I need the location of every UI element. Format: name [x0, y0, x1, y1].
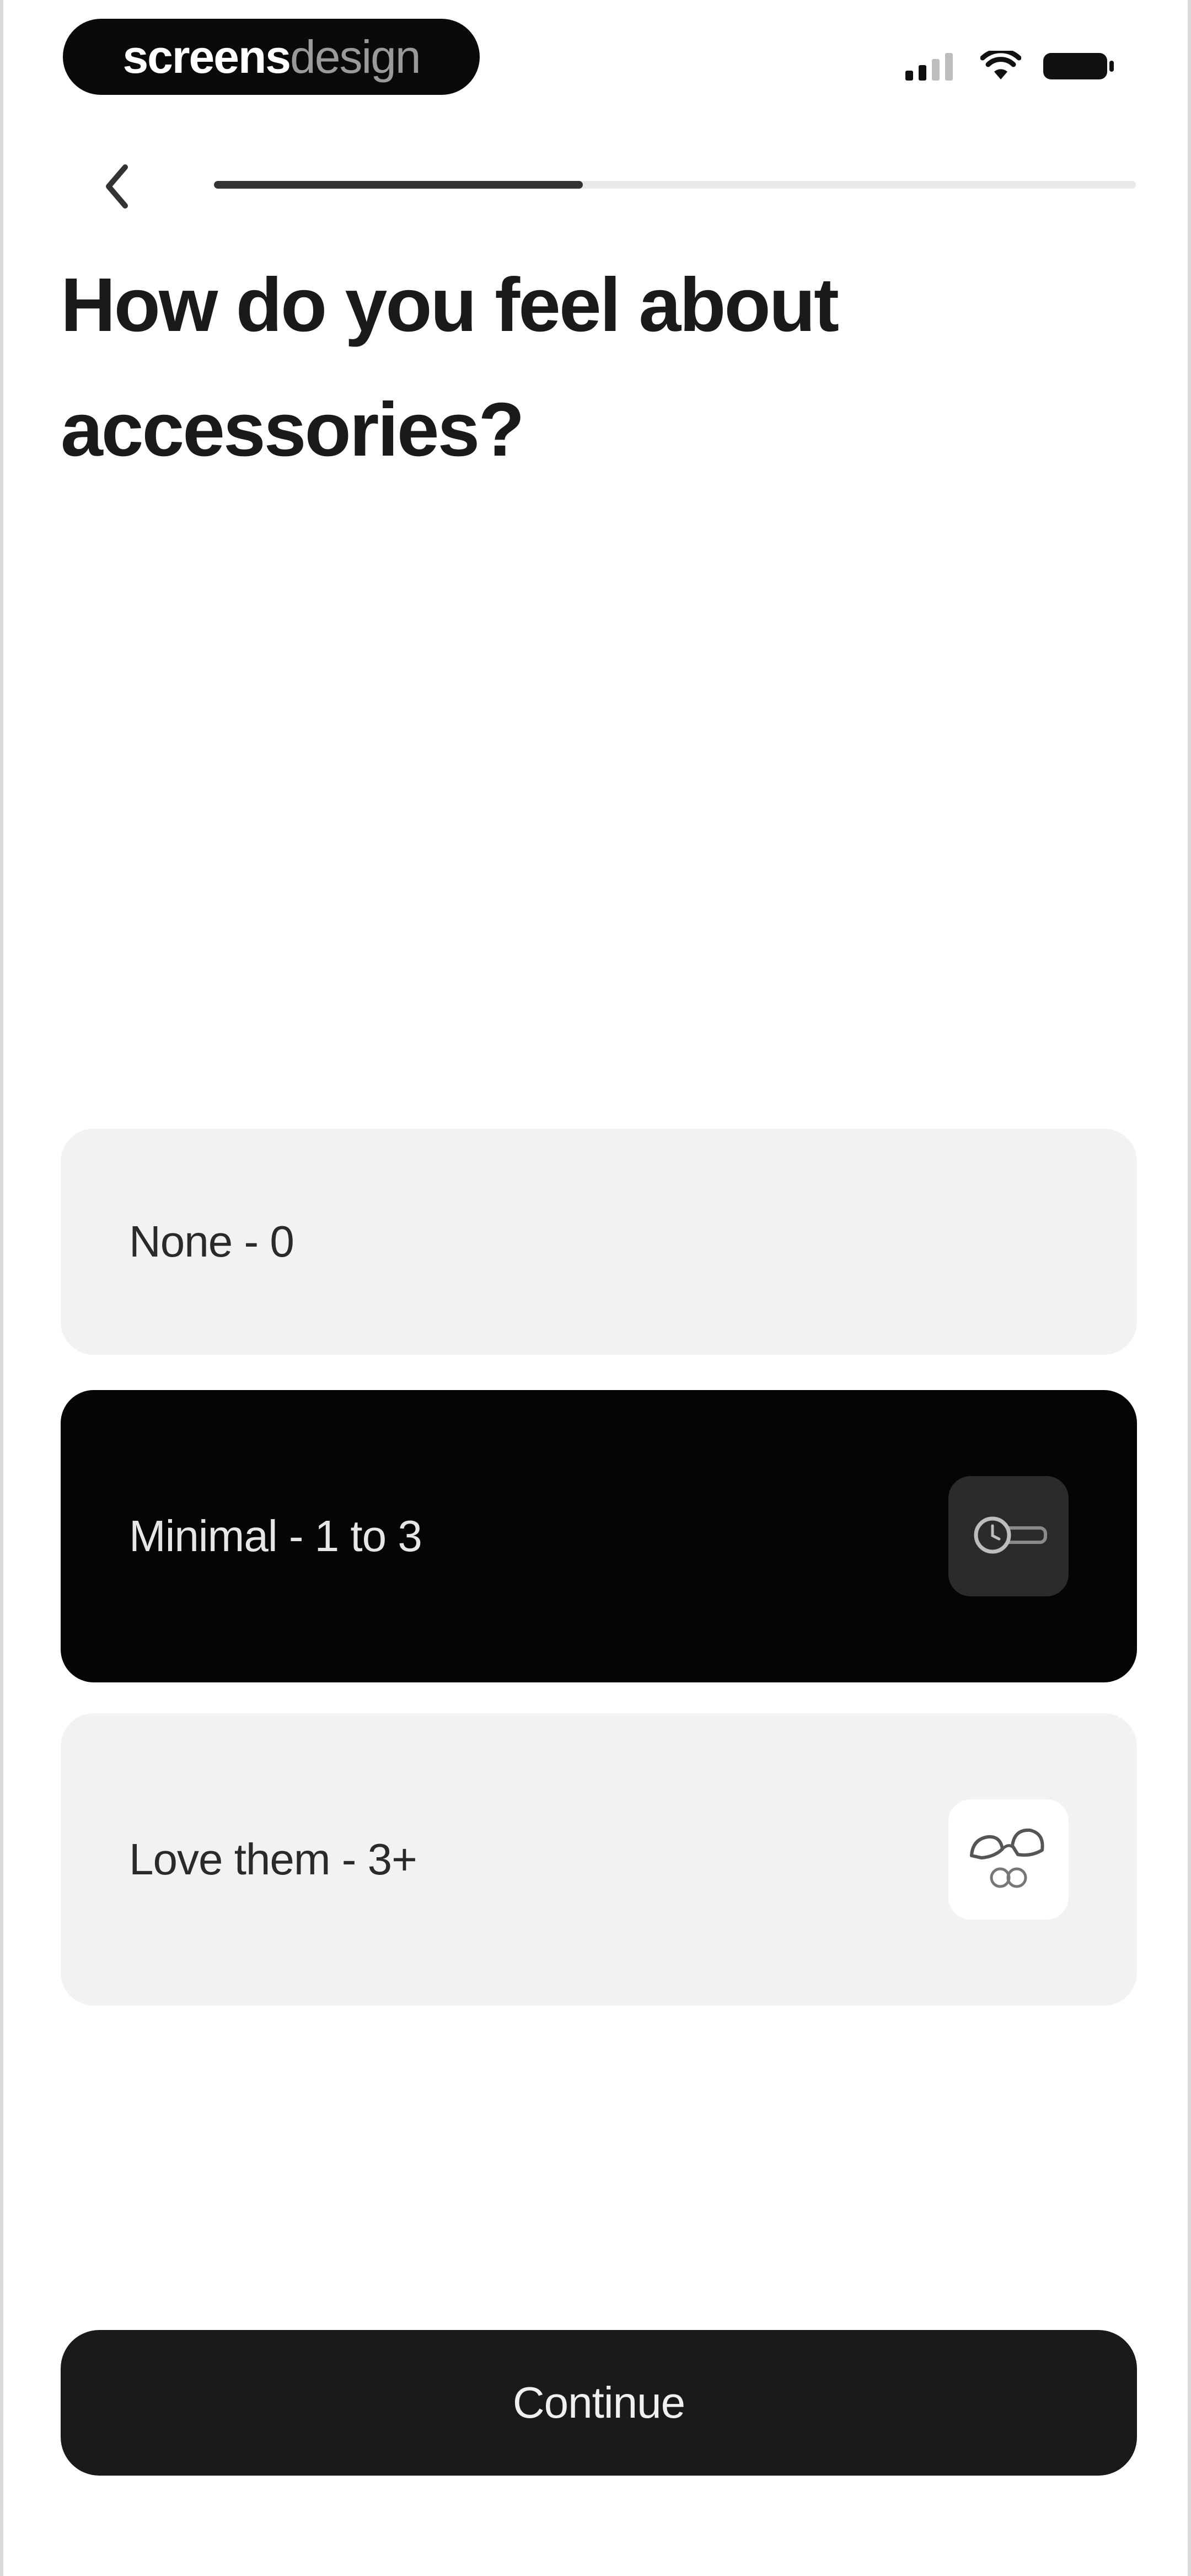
- status-bar: screens design: [3, 0, 1188, 127]
- watch-icon: [948, 1476, 1069, 1596]
- back-button[interactable]: [86, 154, 147, 221]
- progress-bar: [214, 181, 1136, 189]
- progress-bar-fill: [214, 181, 583, 189]
- brand-logo-pill: screens design: [63, 19, 480, 95]
- option-label: Minimal - 1 to 3: [129, 1511, 422, 1560]
- cellular-signal-icon: [905, 52, 958, 83]
- sunglasses-icon: [948, 1799, 1069, 1920]
- option-label: None - 0: [129, 1217, 294, 1266]
- brand-text-light: design: [290, 31, 421, 83]
- onboarding-screen: screens design How do you feel about acc…: [0, 0, 1191, 2576]
- battery-icon: [1043, 51, 1115, 84]
- option-none[interactable]: None - 0: [61, 1129, 1137, 1355]
- option-love-them[interactable]: Love them - 3+: [61, 1713, 1137, 2006]
- option-minimal[interactable]: Minimal - 1 to 3: [61, 1390, 1137, 1682]
- page-title: How do you feel about accessories?: [61, 263, 839, 472]
- option-label: Love them - 3+: [129, 1835, 417, 1884]
- brand-text-strong: screens: [122, 31, 291, 83]
- continue-button[interactable]: Continue: [61, 2330, 1137, 2476]
- chevron-left-icon: [100, 162, 133, 214]
- wifi-icon: [980, 48, 1022, 84]
- status-icons: [905, 48, 1115, 84]
